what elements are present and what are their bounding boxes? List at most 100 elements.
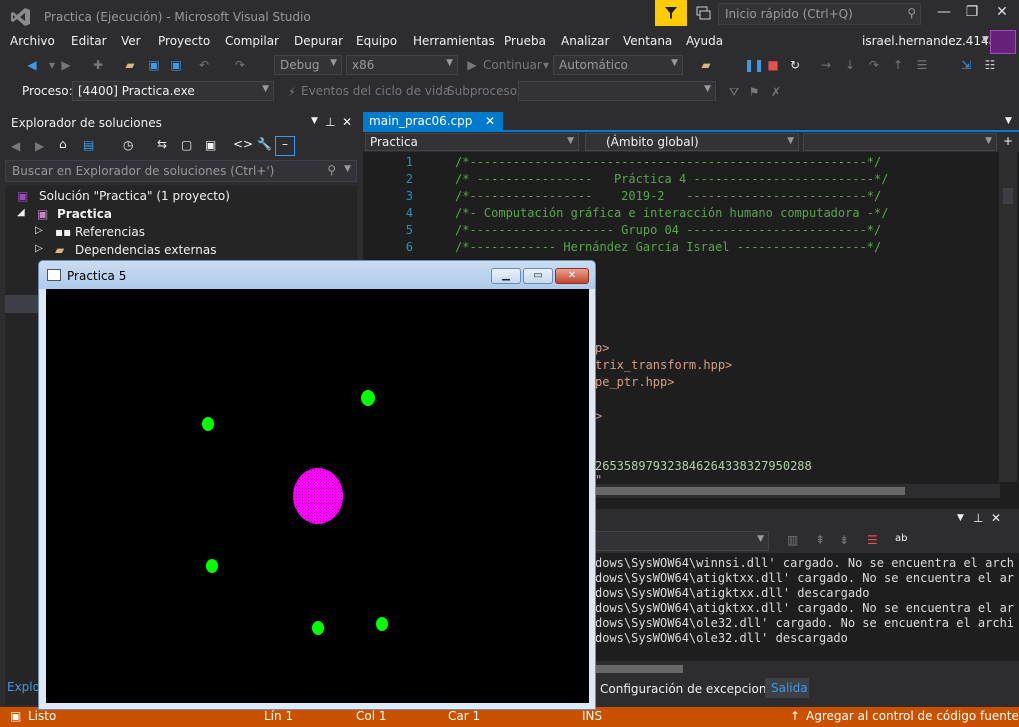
avatar[interactable] (990, 30, 1016, 54)
split-icon[interactable]: + (1003, 134, 1013, 148)
lifecycle-icon[interactable]: ⚡ (284, 84, 300, 100)
restore-button[interactable]: ❐ (958, 4, 986, 24)
thread-icon[interactable]: ⇲ (958, 57, 974, 73)
notifications-filter-button[interactable] (655, 0, 687, 26)
solution-search-input[interactable]: Buscar en Explorador de soluciones (Ctrl… (5, 160, 357, 182)
menu-herramientas[interactable]: Herramientas (413, 34, 495, 48)
opengl-canvas[interactable] (46, 289, 589, 703)
restart-icon[interactable]: ↻ (787, 57, 803, 73)
lifecycle-events-button[interactable]: Eventos del ciclo de vida (301, 84, 450, 98)
opengl-window[interactable]: Practica 5 ▁ ▭ ✕ (38, 260, 596, 710)
minimize-button[interactable]: — (930, 4, 958, 24)
process-select[interactable]: [4400] Practica.exe ▼ (72, 81, 274, 101)
dropdown-icon[interactable]: ▼ (344, 164, 351, 174)
source-control-icon[interactable]: ↑ (790, 709, 800, 723)
show-next-icon[interactable]: → (818, 57, 834, 73)
solution-node[interactable]: Solución "Practica" (1 proyecto) (39, 189, 230, 203)
menu-analizar[interactable]: Analizar (561, 34, 609, 48)
play-icon[interactable]: ▶ (464, 57, 480, 73)
user-account[interactable]: israel.hernandez.414a (862, 34, 996, 48)
external-dependencies-node[interactable]: Dependencias externas (75, 243, 216, 257)
menu-archivo[interactable]: Archivo (10, 34, 55, 48)
preview-icon[interactable]: – (275, 136, 295, 156)
step-out-icon[interactable]: ↑ (890, 57, 906, 73)
pause-icon[interactable]: ❚❚ (744, 57, 764, 73)
output-pane[interactable]: dows\SysWOW64\winnsi.dll' cargado. No se… (595, 553, 1019, 661)
tab-main-prac06[interactable]: main_prac06.cpp ✕ (363, 112, 503, 132)
member-nav-select[interactable]: ▼ (803, 133, 997, 151)
editor-vscrollbar[interactable] (999, 152, 1017, 482)
menu-ayuda[interactable]: Ayuda (686, 34, 723, 48)
gl-close-button[interactable]: ✕ (555, 268, 589, 284)
word-wrap-icon[interactable]: ab (895, 533, 907, 544)
quick-launch-input[interactable]: Inicio rápido (Ctrl+Q) ⚲ (718, 3, 921, 25)
hscroll-thumb[interactable] (595, 665, 683, 673)
code-icon[interactable]: <> (233, 137, 253, 151)
history-icon[interactable]: ◷ (123, 138, 133, 152)
flag-icon[interactable]: ⚑ (746, 84, 762, 100)
close-icon[interactable]: ✕ (991, 511, 1001, 525)
home-icon[interactable]: ⌂ (59, 137, 67, 151)
menu-compilar[interactable]: Compilar (225, 34, 279, 48)
next-message-icon[interactable]: ⇟ (839, 533, 849, 547)
scope-nav-select[interactable]: (Ámbito global) ▼ (585, 133, 799, 151)
platform-select[interactable]: x86 ▼ (346, 55, 458, 75)
forward-icon[interactable]: ▶ (35, 139, 44, 153)
stop-icon[interactable]: ■ (765, 57, 781, 73)
menu-editar[interactable]: Editar (71, 34, 107, 48)
close-button[interactable]: ✕ (988, 4, 1016, 24)
menu-ventana[interactable]: Ventana (623, 34, 672, 48)
clear-all-icon[interactable]: ☰ (867, 533, 878, 547)
refresh-icon[interactable]: ▢ (181, 138, 192, 152)
project-nav-select[interactable]: Practica ▼ (365, 133, 579, 151)
back-icon[interactable]: ◀ (24, 57, 40, 73)
tab-output[interactable]: Salida (765, 678, 809, 698)
menu-depurar[interactable]: Depurar (294, 34, 343, 48)
user-dropdown-icon[interactable]: ▼ (982, 35, 989, 45)
unflag-icon[interactable]: ✗ (768, 84, 784, 100)
expand-icon[interactable]: ◢ (17, 207, 25, 218)
step-into-icon[interactable]: ↓ (842, 57, 858, 73)
close-icon[interactable]: ✕ (342, 115, 352, 129)
forward-icon[interactable]: ▶ (58, 57, 74, 73)
menu-ver[interactable]: Ver (121, 34, 141, 48)
gl-maximize-button[interactable]: ▭ (523, 268, 553, 284)
find-message-icon[interactable]: ▥ (787, 533, 798, 547)
tab-exception-settings[interactable]: Configuración de excepciones (600, 682, 780, 696)
menu-equipo[interactable]: Equipo (356, 34, 397, 48)
gl-minimize-button[interactable]: ▁ (491, 268, 521, 284)
switch-views-icon[interactable]: ▤ (83, 138, 94, 152)
dropdown-icon[interactable]: ▼ (311, 116, 318, 126)
config-select[interactable]: Debug ▼ (274, 55, 342, 75)
menu-prueba[interactable]: Prueba (504, 34, 546, 48)
hscroll-thumb[interactable] (595, 487, 905, 495)
expand-icon[interactable]: ▷ (35, 225, 43, 236)
back-icon[interactable]: ◀ (11, 139, 20, 153)
menu-proyecto[interactable]: Proyecto (158, 34, 210, 48)
continue-button[interactable]: Continuar (483, 58, 542, 72)
redo-icon[interactable]: ↷ (232, 57, 248, 73)
step-over-icon[interactable]: ↷ (866, 57, 882, 73)
wrench-icon[interactable]: 🔧 (257, 137, 272, 151)
project-node[interactable]: Practica (57, 207, 112, 221)
output-source-select[interactable]: ▼ (595, 531, 769, 551)
dropdown-icon[interactable]: ▼ (957, 513, 964, 523)
add-source-control-button[interactable]: Agregar al control de código fuente (806, 709, 1019, 723)
sync-icon[interactable]: ⇆ (157, 137, 167, 151)
thread-select[interactable]: ▼ (518, 81, 716, 101)
output-hscrollbar[interactable] (595, 662, 1019, 676)
app-icon[interactable]: ▰ (698, 57, 714, 73)
auto-select[interactable]: Automático ▼ (553, 55, 683, 75)
collapse-icon[interactable]: ▣ (205, 138, 216, 152)
save-all-icon[interactable]: ▣ (168, 57, 184, 73)
expand-icon[interactable]: ▷ (35, 243, 43, 254)
save-icon[interactable]: ▣ (146, 57, 162, 73)
tab-list-dropdown-icon[interactable]: ▼ (1005, 116, 1012, 126)
undo-icon[interactable]: ↶ (196, 57, 212, 73)
pin-icon[interactable]: ⊥ (325, 115, 335, 129)
references-node[interactable]: Referencias (75, 225, 145, 239)
open-folder-icon[interactable]: ▰ (122, 57, 138, 73)
opengl-window-caption[interactable]: Practica 5 ▁ ▭ ✕ (39, 261, 595, 289)
editor-hscrollbar[interactable] (595, 484, 1000, 498)
pin-icon[interactable]: ⊥ (973, 511, 983, 525)
